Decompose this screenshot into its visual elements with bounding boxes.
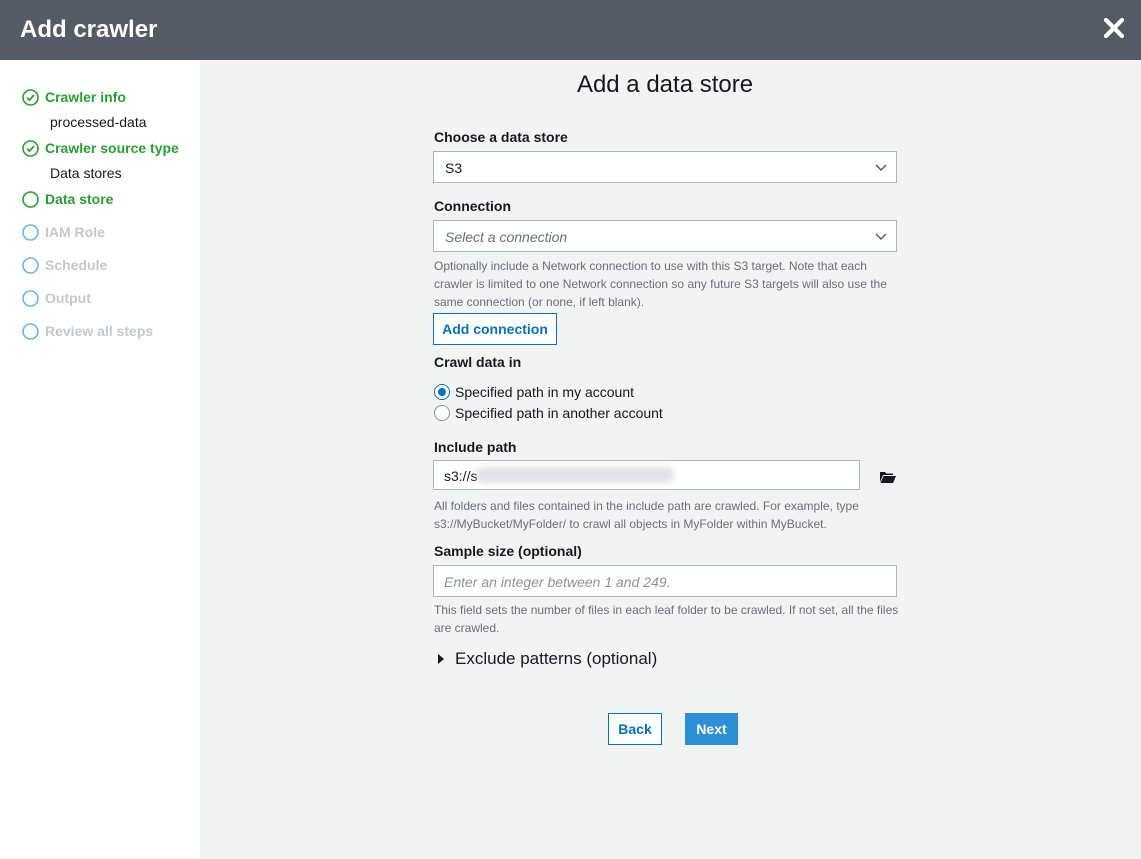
next-button[interactable]: Next	[685, 713, 738, 745]
circle-icon	[22, 256, 39, 274]
include-path-input[interactable]: s3://s	[433, 460, 860, 490]
step-data-store[interactable]: Data store	[22, 189, 113, 209]
wizard-steps-sidebar: Crawler info processed-data Crawler sour…	[0, 60, 200, 859]
step-label: Crawler source type	[45, 140, 179, 156]
radio-button[interactable]	[434, 405, 450, 421]
modal-header: Add crawler	[0, 0, 1141, 60]
check-circle-icon	[22, 88, 39, 106]
check-circle-icon	[22, 139, 39, 157]
add-connection-button[interactable]: Add connection	[433, 313, 557, 345]
chevron-down-icon	[875, 233, 887, 241]
circle-icon	[22, 223, 39, 241]
radio-another-account[interactable]: Specified path in another account	[434, 405, 663, 421]
circle-icon	[22, 190, 39, 208]
connection-label: Connection	[434, 198, 511, 214]
circle-icon	[22, 322, 39, 340]
step-crawler-info-value: processed-data	[50, 114, 147, 130]
sample-size-help-text: This field sets the number of files in e…	[434, 603, 899, 635]
crawl-data-in-label: Crawl data in	[434, 354, 522, 370]
exclude-patterns-label: Exclude patterns (optional)	[455, 649, 658, 668]
radio-my-account[interactable]: Specified path in my account	[434, 384, 634, 400]
modal-title: Add crawler	[20, 16, 158, 43]
radio-button-checked[interactable]	[434, 384, 450, 400]
sample-size-input[interactable]: Enter an integer between 1 and 249.	[433, 565, 897, 597]
include-path-help-text: All folders and files contained in the i…	[434, 499, 859, 531]
chevron-down-icon	[875, 164, 887, 172]
radio-label: Specified path in another account	[455, 405, 663, 421]
circle-icon	[22, 289, 39, 307]
step-label: Review all steps	[45, 323, 154, 339]
step-label: IAM Role	[45, 224, 105, 240]
exclude-patterns-toggle[interactable]: Exclude patterns (optional)	[438, 649, 657, 669]
step-source-type-value: Data stores	[50, 165, 122, 181]
data-store-value: S3	[445, 160, 463, 176]
sample-size-placeholder: Enter an integer between 1 and 249.	[444, 574, 671, 590]
include-path-label: Include path	[434, 439, 517, 455]
page-title: Add a data store	[576, 71, 754, 98]
radio-label: Specified path in my account	[455, 384, 634, 400]
step-crawler-info[interactable]: Crawler info	[22, 87, 126, 107]
caret-right-icon	[438, 654, 444, 664]
folder-open-icon[interactable]	[879, 470, 897, 484]
back-button[interactable]: Back	[608, 713, 662, 745]
connection-placeholder: Select a connection	[445, 229, 568, 245]
main-panel: Add a data store Choose a data store S3 …	[200, 60, 1141, 859]
step-label: Data store	[45, 191, 114, 207]
step-label: Output	[45, 290, 91, 306]
step-label: Schedule	[45, 257, 108, 273]
data-store-label: Choose a data store	[434, 129, 568, 145]
step-crawler-source-type[interactable]: Crawler source type	[22, 138, 179, 158]
connection-select[interactable]: Select a connection	[433, 220, 897, 252]
step-schedule: Schedule	[22, 255, 107, 275]
step-review-all-steps: Review all steps	[22, 321, 153, 341]
step-label: Crawler info	[45, 89, 126, 105]
redacted-text	[476, 467, 674, 483]
sample-size-label: Sample size (optional)	[434, 543, 582, 559]
include-path-value: s3://s	[444, 468, 478, 484]
step-output: Output	[22, 288, 91, 308]
close-icon[interactable]	[1103, 17, 1125, 39]
step-iam-role: IAM Role	[22, 222, 105, 242]
connection-help-text: Optionally include a Network connection …	[434, 259, 887, 309]
data-store-select[interactable]: S3	[433, 151, 897, 183]
